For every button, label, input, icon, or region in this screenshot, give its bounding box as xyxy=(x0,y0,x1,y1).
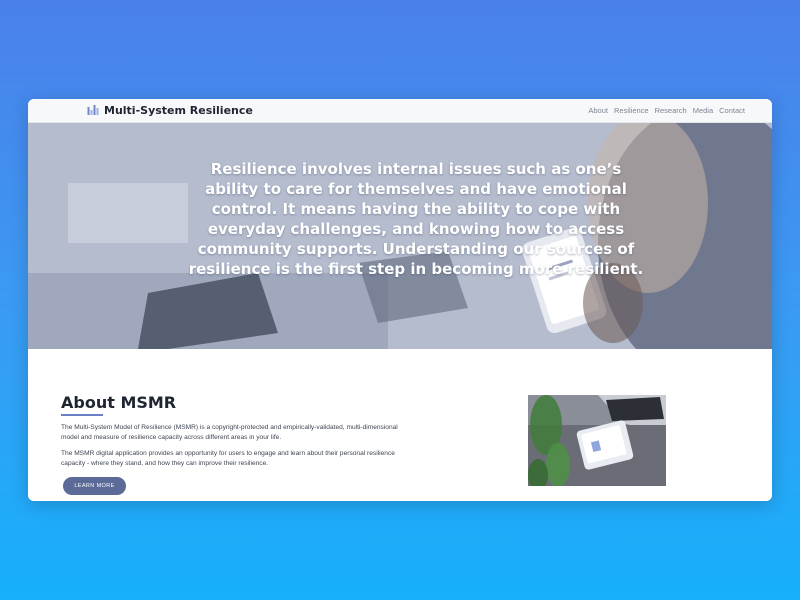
hero-section: Resilience involves internal issues such… xyxy=(28,123,772,349)
about-paragraph-2: The MSMR digital application provides an… xyxy=(61,450,395,467)
nav-link-about[interactable]: About xyxy=(588,106,608,115)
browser-window: Multi-System Resilience About Resilience… xyxy=(28,99,772,501)
about-paragraph-1: The Multi-System Model of Resilience (MS… xyxy=(61,424,398,441)
title-underline xyxy=(61,414,103,416)
about-phone-photo xyxy=(528,395,666,486)
hero-quote: Resilience involves internal issues such… xyxy=(188,160,644,278)
nav-link-resilience[interactable]: Resilience xyxy=(614,106,649,115)
learn-more-button[interactable]: LEARN MORE xyxy=(63,477,126,495)
brand-title[interactable]: Multi-System Resilience xyxy=(104,104,253,117)
bar-chart-logo-icon[interactable] xyxy=(87,104,99,116)
nav-link-research[interactable]: Research xyxy=(655,106,687,115)
nav-link-contact[interactable]: Contact xyxy=(719,106,745,115)
about-title: About MSMR xyxy=(61,393,177,412)
navbar: Multi-System Resilience About Resilience… xyxy=(28,99,772,123)
about-section: About MSMR The Multi-System Model of Res… xyxy=(28,349,772,501)
nav-links: About Resilience Research Media Contact xyxy=(588,106,745,115)
nav-link-media[interactable]: Media xyxy=(693,106,713,115)
